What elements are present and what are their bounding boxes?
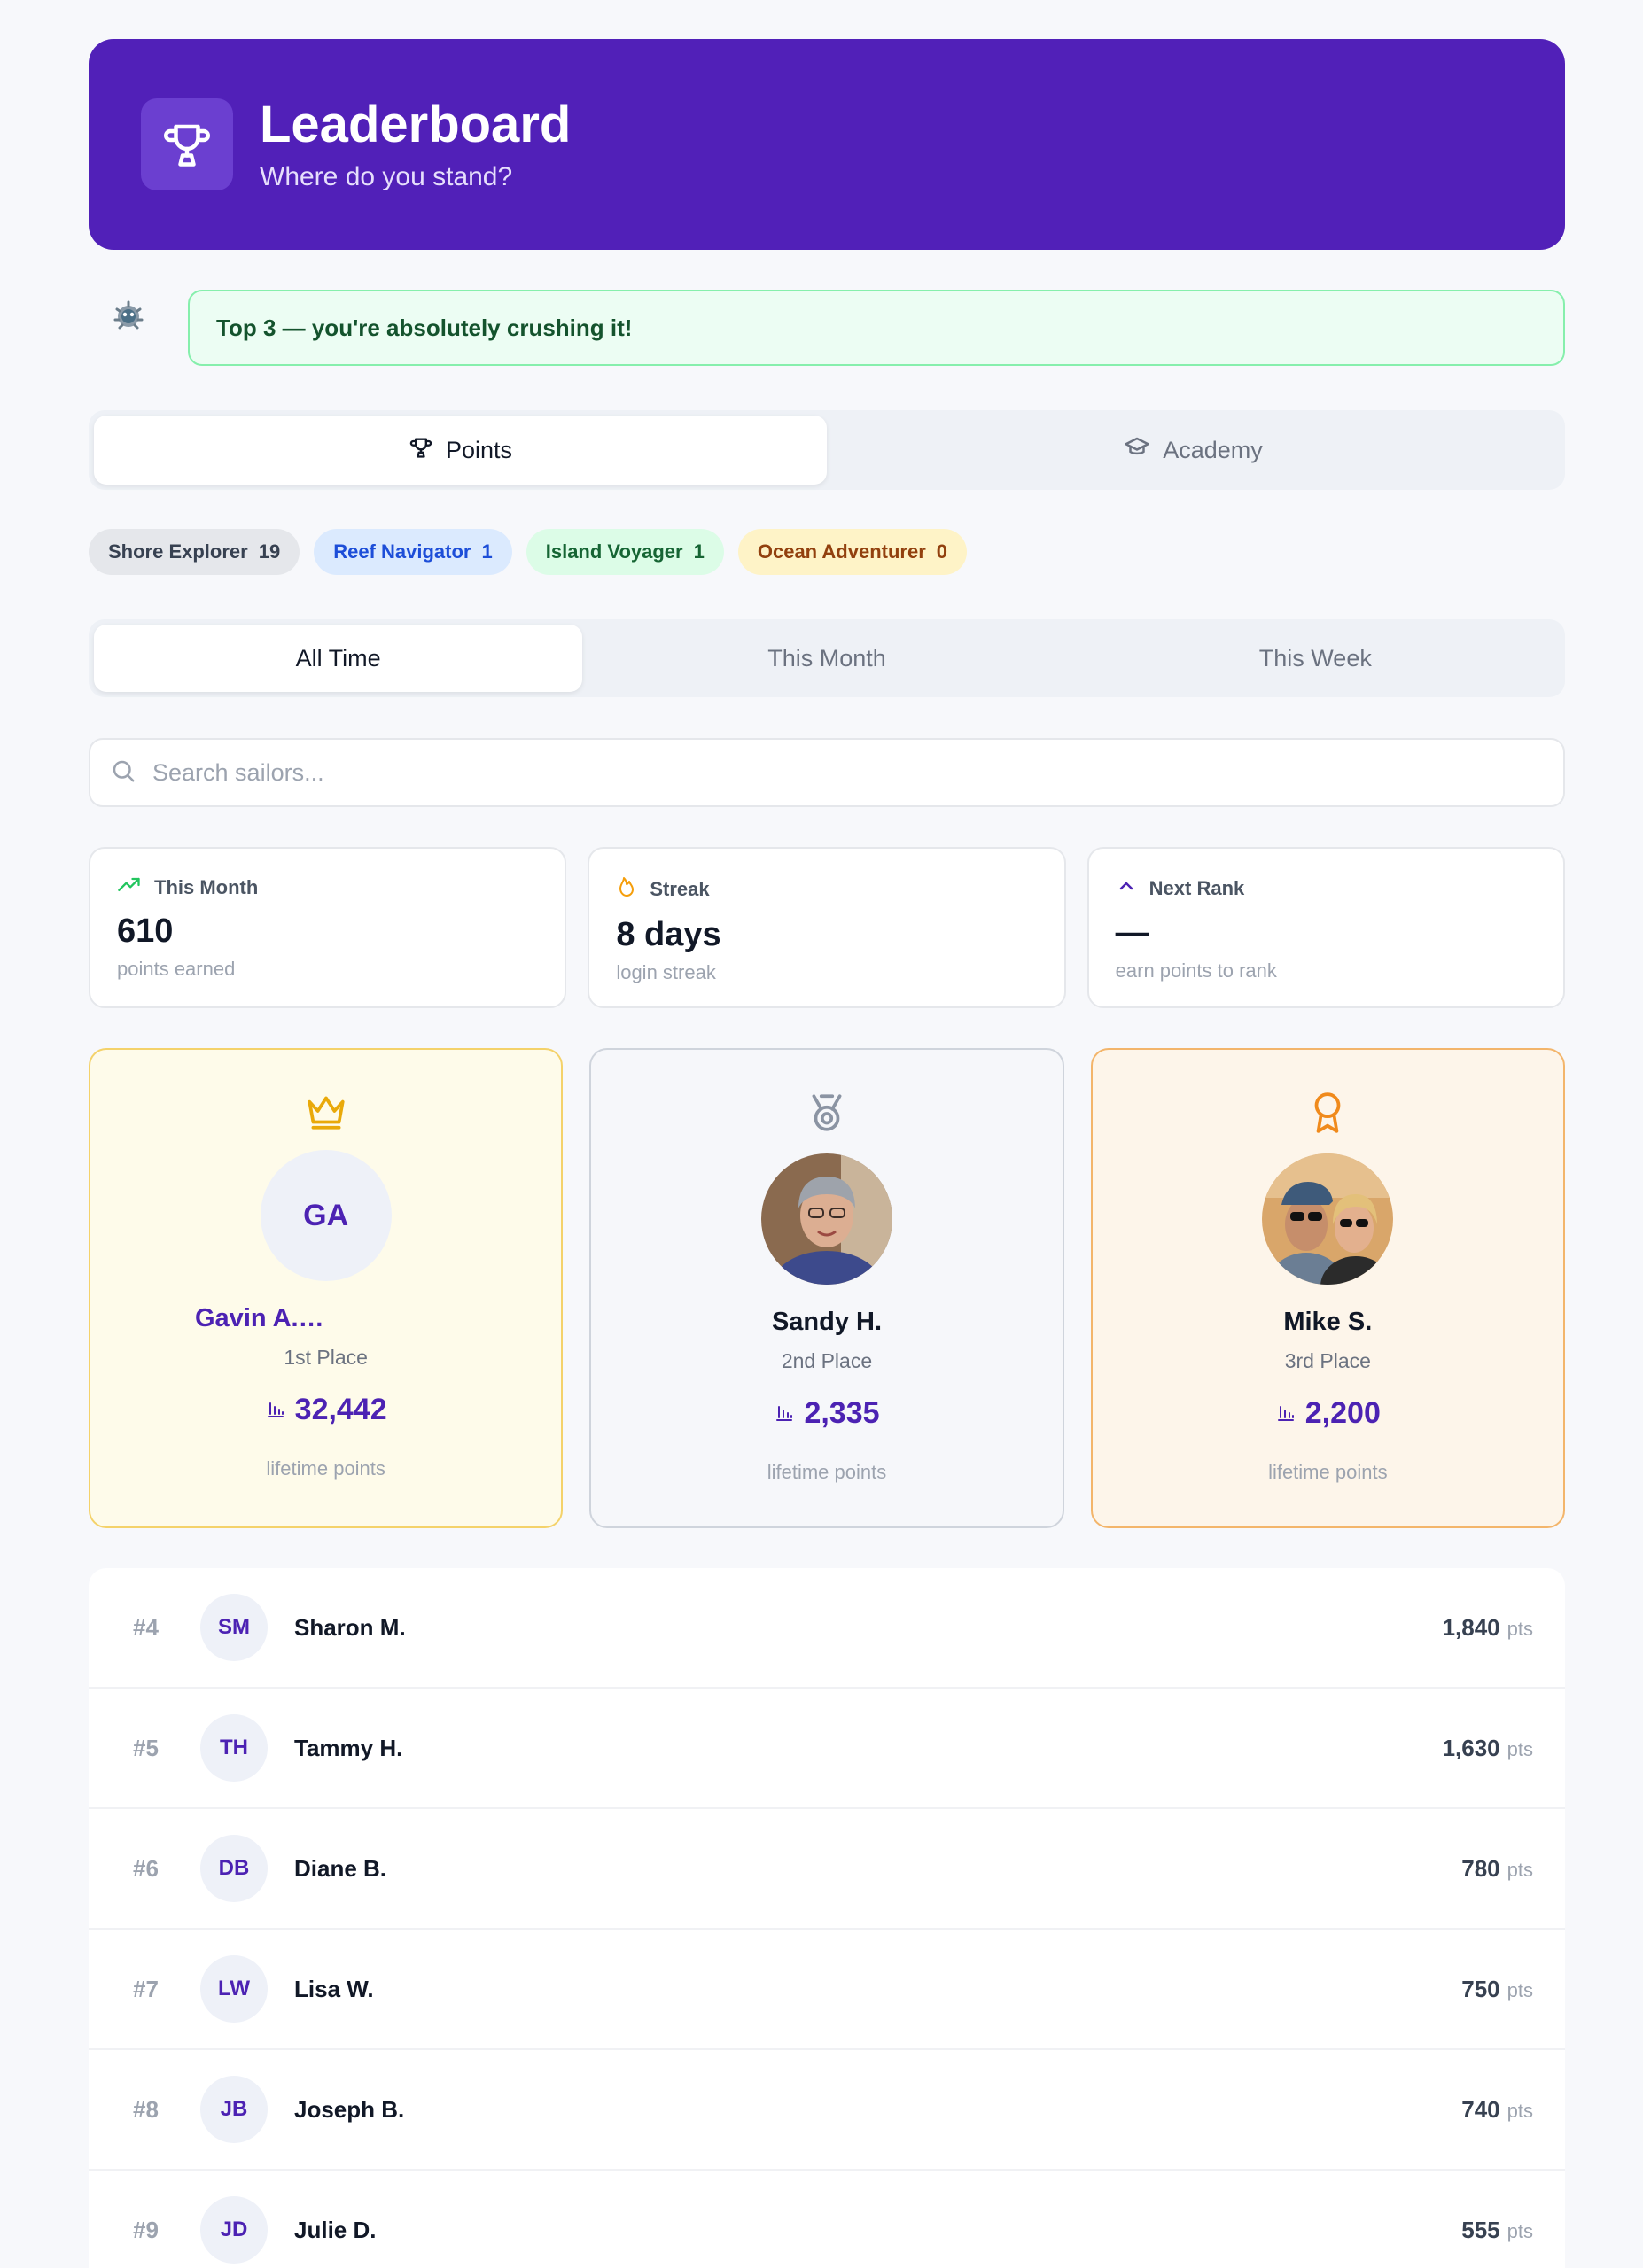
tab-label: Academy bbox=[1163, 436, 1263, 463]
flame-icon bbox=[616, 875, 637, 904]
stat-sub: earn points to rank bbox=[1115, 959, 1277, 982]
sailor-name: Joseph B. bbox=[294, 2095, 405, 2123]
list-item[interactable]: #9 JD Julie D. 555 pts bbox=[89, 2171, 1565, 2268]
stat-label: Next Rank bbox=[1149, 877, 1245, 899]
stats-row: This Month 610 points earned Streak 8 da… bbox=[89, 847, 1565, 1008]
main-tabs: Points Academy bbox=[89, 410, 1565, 490]
stat-value: 8 days bbox=[616, 916, 721, 953]
trophy-icon bbox=[409, 435, 433, 466]
podium-points: 2,200 bbox=[1304, 1396, 1381, 1430]
avatar: GA bbox=[260, 1150, 392, 1281]
points-value: 750 pts bbox=[1461, 1975, 1533, 2002]
podium-second[interactable]: Sandy H. 2nd Place 2,335 lifetime points bbox=[589, 1048, 1064, 1528]
encouragement-banner: Top 3 — you're absolutely crushing it! bbox=[188, 290, 1565, 366]
podium-place: 3rd Place bbox=[1284, 1349, 1371, 1372]
podium-third[interactable]: Mike S. 3rd Place 2,200 lifetime points bbox=[1090, 1048, 1565, 1528]
list-item[interactable]: #5 TH Tammy H. 1,630 pts bbox=[89, 1689, 1565, 1809]
tab-academy[interactable]: Academy bbox=[827, 416, 1560, 485]
podium-name: Mike S. bbox=[1283, 1308, 1373, 1336]
sailor-name: Julie D. bbox=[294, 2216, 377, 2243]
avatar: TH bbox=[200, 1714, 268, 1782]
search-box bbox=[89, 738, 1565, 807]
leaderboard-page: Leaderboard Where do you stand? Top 3 — … bbox=[89, 39, 1565, 2268]
list-item[interactable]: #7 LW Lisa W. 750 pts bbox=[89, 1930, 1565, 2050]
podium-points-label: lifetime points bbox=[1268, 1461, 1388, 1483]
stat-this-month: This Month 610 points earned bbox=[89, 847, 567, 1008]
avatar bbox=[760, 1153, 892, 1285]
stat-sub: login streak bbox=[616, 961, 716, 983]
search-icon bbox=[110, 757, 136, 788]
tab-all-time[interactable]: All Time bbox=[94, 625, 583, 692]
badge-shore-explorer[interactable]: Shore Explorer 19 bbox=[89, 529, 300, 575]
podium-place: 2nd Place bbox=[781, 1349, 873, 1372]
sailor-name: Diane B. bbox=[294, 1854, 387, 1882]
trophy-icon bbox=[141, 98, 233, 190]
avatar: SM bbox=[200, 1594, 268, 1661]
page-subtitle: Where do you stand? bbox=[260, 161, 513, 191]
rank-number: #4 bbox=[133, 1613, 159, 1641]
stat-label: Streak bbox=[650, 878, 710, 900]
sailor-name: Tammy H. bbox=[294, 1734, 403, 1761]
period-tabs: All Time This Month This Week bbox=[89, 619, 1565, 697]
avatar bbox=[1262, 1153, 1394, 1285]
podium-points: 32,442 bbox=[294, 1393, 387, 1426]
podium-place: 1st Place bbox=[284, 1346, 368, 1369]
bar-chart-icon bbox=[265, 1393, 286, 1427]
trending-up-icon bbox=[117, 875, 142, 900]
avatar: LW bbox=[200, 1955, 268, 2023]
stat-next-rank: Next Rank — earn points to rank bbox=[1086, 847, 1565, 1008]
points-value: 740 pts bbox=[1461, 2095, 1533, 2123]
stat-streak: Streak 8 days login streak bbox=[588, 847, 1066, 1008]
crown-icon bbox=[304, 1091, 348, 1136]
avatar: DB bbox=[200, 1835, 268, 1902]
stat-sub: points earned bbox=[117, 958, 236, 980]
sailor-name: Sharon M. bbox=[294, 1613, 406, 1641]
podium-points: 2,335 bbox=[804, 1396, 880, 1430]
avatar: JB bbox=[200, 2076, 268, 2143]
list-item[interactable]: #4 SM Sharon M. 1,840 pts bbox=[89, 1568, 1565, 1689]
stat-value: — bbox=[1115, 914, 1149, 951]
badge-island-voyager[interactable]: Island Voyager 1 bbox=[526, 529, 724, 575]
search-input[interactable] bbox=[152, 758, 1563, 787]
rank-number: #6 bbox=[133, 1854, 159, 1882]
header-banner: Leaderboard Where do you stand? bbox=[89, 39, 1565, 250]
rank-number: #9 bbox=[133, 2216, 159, 2243]
graduation-cap-icon bbox=[1124, 434, 1150, 467]
rank-number: #8 bbox=[133, 2095, 159, 2123]
rank-badges: Shore Explorer 19 Reef Navigator 1 Islan… bbox=[89, 529, 1565, 575]
list-item[interactable]: #8 JB Joseph B. 740 pts bbox=[89, 2050, 1565, 2171]
podium-name: Gavin A.… bbox=[195, 1304, 324, 1332]
points-value: 1,630 pts bbox=[1442, 1734, 1533, 1761]
rank-number: #7 bbox=[133, 1975, 159, 2002]
tab-label: Points bbox=[445, 436, 513, 463]
sailor-name: Lisa W. bbox=[294, 1975, 374, 2002]
stat-value: 610 bbox=[117, 913, 174, 950]
tab-this-week[interactable]: This Week bbox=[1071, 625, 1560, 692]
tab-points[interactable]: Points bbox=[94, 416, 827, 485]
podium-name: Sandy H. bbox=[771, 1308, 883, 1336]
podium-points-label: lifetime points bbox=[767, 1461, 887, 1483]
chevron-up-icon bbox=[1116, 875, 1137, 902]
points-value: 555 pts bbox=[1461, 2216, 1533, 2243]
page-title: Leaderboard bbox=[260, 96, 572, 154]
podium-points-label: lifetime points bbox=[266, 1457, 385, 1480]
badge-ocean-adventurer[interactable]: Ocean Adventurer 0 bbox=[737, 529, 968, 575]
bar-chart-icon bbox=[1275, 1396, 1296, 1431]
podium-first[interactable]: GA Gavin A.… 1st Place 32,442 lifetime p… bbox=[89, 1048, 564, 1528]
tab-this-month[interactable]: This Month bbox=[582, 625, 1071, 692]
podium: GA Gavin A.… 1st Place 32,442 lifetime p… bbox=[89, 1048, 1565, 1528]
leaderboard-list: #4 SM Sharon M. 1,840 pts #5 TH Tammy H. … bbox=[89, 1568, 1565, 2268]
stat-label: This Month bbox=[154, 876, 259, 898]
medal-icon bbox=[805, 1091, 849, 1139]
list-item[interactable]: #6 DB Diane B. 780 pts bbox=[89, 1809, 1565, 1930]
badge-reef-navigator[interactable]: Reef Navigator 1 bbox=[314, 529, 512, 575]
points-value: 780 pts bbox=[1461, 1854, 1533, 1882]
bar-chart-icon bbox=[774, 1396, 795, 1431]
award-icon bbox=[1305, 1091, 1350, 1139]
mascot-icon bbox=[106, 293, 160, 346]
points-value: 1,840 pts bbox=[1442, 1613, 1533, 1641]
rank-number: #5 bbox=[133, 1734, 159, 1761]
avatar: JD bbox=[200, 2196, 268, 2264]
